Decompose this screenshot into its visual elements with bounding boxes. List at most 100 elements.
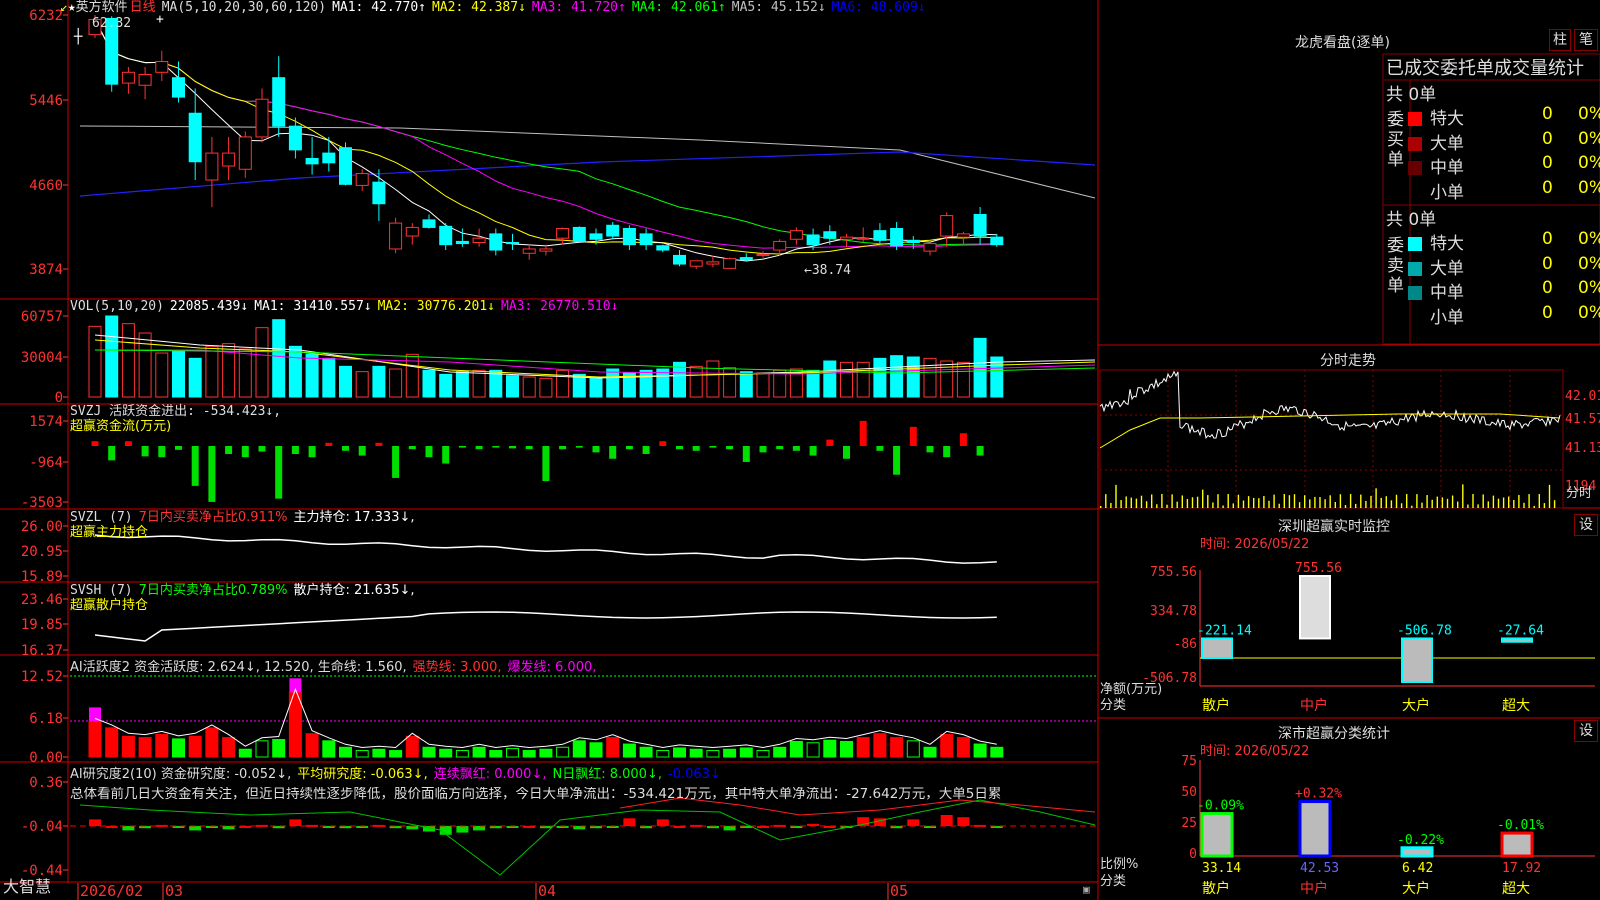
sz-classify-settings-button[interactable]: 设 (1574, 720, 1598, 742)
intraday-volume-bar (1472, 494, 1474, 508)
activity-bar (506, 748, 519, 758)
intraday-volume-bar (1217, 494, 1219, 508)
sz-monitor-settings-button[interactable]: 设 (1574, 514, 1598, 536)
buy-pct: 0% (1578, 128, 1600, 149)
candle-body (940, 215, 954, 237)
candle-body (455, 240, 469, 245)
monitor-category: 超大 (1502, 698, 1530, 714)
sz-monitor-axis-label: 净额(万元) (1100, 682, 1163, 697)
trade-mode-button[interactable]: 笔 (1574, 29, 1598, 51)
intraday-volume-bar (1467, 504, 1469, 508)
svsh-y-tick: 23.46 (21, 592, 63, 608)
activity-bar (673, 747, 686, 758)
monitor-category: 大户 (1402, 697, 1430, 714)
svzj-title: SVZJ 活跃资金进出: -534.423↓, (70, 404, 282, 419)
candle-body (389, 222, 403, 250)
fund-flow-bar (342, 446, 349, 451)
fund-flow-bar (124, 441, 132, 446)
intraday-volume-bar (1508, 496, 1510, 508)
classify-bar (1400, 846, 1434, 858)
color-swatch-icon (1408, 286, 1422, 300)
bar-mode-button[interactable]: 柱 (1549, 29, 1571, 51)
research-bar (656, 819, 669, 826)
activity-bar (238, 748, 252, 758)
volume-bar (689, 365, 703, 398)
research-bar (473, 826, 486, 831)
buy-count: 0 (1542, 128, 1553, 149)
sell-label: 小单 (1430, 307, 1464, 328)
tab-traded[interactable]: 已成交 (1386, 58, 1440, 79)
ai-active-burst: 爆发线: 6.000, (507, 660, 597, 675)
activity-bar (606, 737, 620, 758)
activity-bar (589, 742, 603, 758)
low-label: ←38.74 (804, 263, 851, 278)
tab-orders[interactable]: 委托单 (1440, 58, 1494, 79)
classify-y-tick: 50 (1181, 785, 1197, 800)
intraday-volume-bar (1349, 494, 1352, 508)
svzl-subtitle: 超赢主力持仓 (70, 525, 149, 540)
research-bar (122, 826, 135, 831)
activity-bar (723, 748, 737, 758)
fund-flow-bar (809, 446, 817, 456)
stock-name[interactable]: 英方软件 (76, 0, 128, 15)
period-label[interactable]: 日线 (130, 0, 156, 15)
intraday-title: 分时走势 (1320, 353, 1376, 369)
intraday-volume-bar (1186, 498, 1189, 508)
vol-items: MA1: 31410.557↓ MA2: 30776.201↓ MA3: 26770… (254, 299, 624, 314)
volume-bar (322, 357, 336, 398)
intraday-frame (1099, 369, 1564, 509)
fund-flow-bar (408, 446, 416, 450)
monitor-category: 散户 (1202, 697, 1230, 714)
fund-flow-bar (943, 446, 951, 458)
activity-bar (923, 746, 937, 758)
vol-y-tick: 30004 (21, 350, 63, 366)
volume-bar (272, 319, 286, 398)
volume-bar (255, 327, 269, 398)
svzl-pct: 7日内买卖净占比0.911% (138, 510, 288, 525)
vol-value: 22085.439↓ (169, 299, 249, 314)
volume-bar (990, 356, 1004, 398)
intraday-volume-bar (1395, 494, 1398, 508)
tab-volume-stats[interactable]: 成交量统计 (1494, 58, 1584, 79)
intraday-volume-bar (1222, 505, 1224, 508)
activity-bar (973, 743, 987, 758)
candle-body (639, 233, 653, 246)
sell-label: 大单 (1430, 258, 1464, 279)
classify-category: 散户 (1202, 880, 1230, 897)
sell-row: 特大 0 0% (1408, 229, 1600, 254)
classify-pct: 42.53 (1300, 861, 1339, 876)
candle-body (155, 61, 169, 73)
volume-bar (522, 376, 536, 398)
svzl-y-tick: 15.89 (21, 569, 63, 585)
intraday-volume-bar (1298, 502, 1301, 508)
fund-flow-bar (625, 446, 633, 450)
main-y-tick: 5446 (29, 93, 63, 109)
activity-bar (739, 747, 753, 758)
color-swatch-icon (1408, 237, 1422, 251)
activity-bar (706, 750, 720, 758)
main-chart-canvas[interactable]: 6232 5446 4660 3874 60757 30004 0 1574 -964 -3503… (0, 0, 1600, 900)
svzj-y-tick: -964 (29, 455, 63, 471)
candle-body (138, 73, 152, 86)
x-axis-label: 2026/02 (80, 882, 143, 900)
activity-bar (305, 733, 319, 758)
intraday-volume-bar (1390, 500, 1393, 508)
candle-body (288, 125, 302, 151)
intraday-volume-bar (1487, 501, 1489, 508)
fund-flow-bar (258, 446, 266, 452)
volume-bar (589, 377, 603, 398)
fund-flow-bar (776, 446, 784, 450)
activity-bar (155, 733, 169, 758)
buy-label: 小单 (1430, 182, 1464, 203)
fund-flow-bar (475, 446, 483, 450)
activity-bar (88, 720, 102, 758)
fund-flow-bar (642, 446, 650, 454)
intraday-volume-bar (1202, 489, 1204, 508)
intraday-volume-bar (1304, 495, 1306, 508)
activity-bar (656, 750, 670, 758)
research-bar (439, 826, 452, 835)
fund-flow-bar (241, 446, 249, 458)
intraday-volume-bar (1319, 497, 1321, 508)
intraday-volume-bar (1334, 502, 1336, 508)
intraday-volume-bar (1135, 498, 1138, 508)
